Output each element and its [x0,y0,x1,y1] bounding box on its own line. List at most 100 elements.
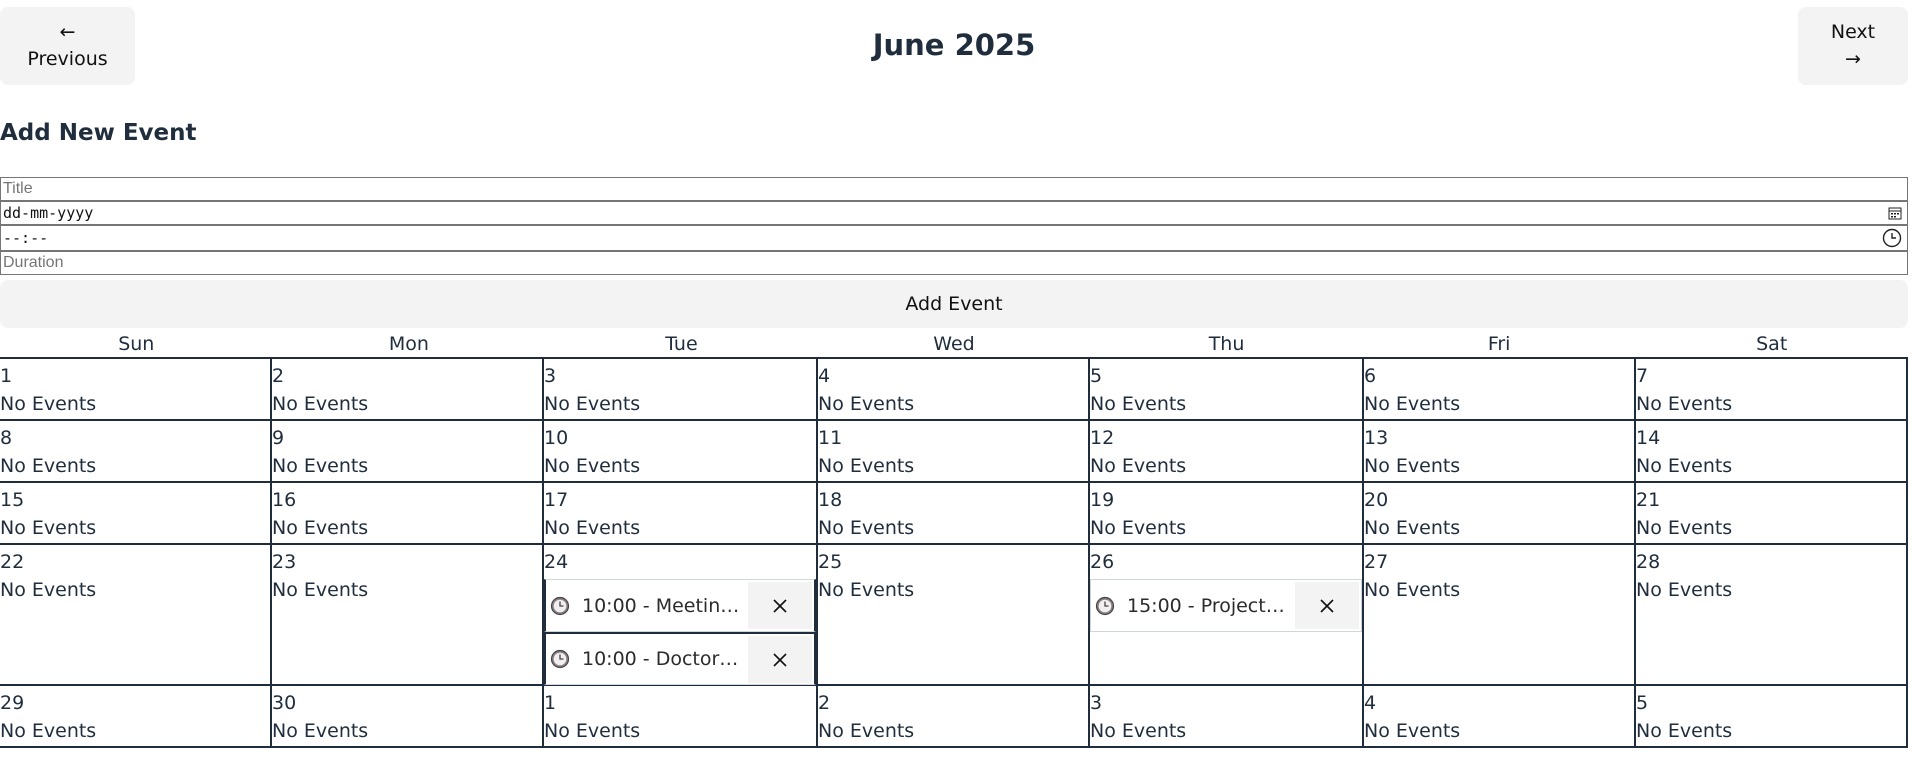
day-cell[interactable]: 11 No Events [818,421,1090,483]
no-events-label: No Events [818,720,915,742]
day-cell[interactable]: 18 No Events [818,483,1090,545]
no-events-label: No Events [1364,393,1461,415]
day-number: 19 [1090,489,1115,511]
weekday-label: Sun [118,333,155,355]
day-cell[interactable]: 16 No Events [272,483,544,545]
day-number: 15 [0,489,25,511]
day-cell[interactable]: 22 No Events [0,545,272,686]
no-events-label: No Events [544,455,641,477]
day-number: 2 [818,692,831,714]
day-cell[interactable]: 13 No Events [1364,421,1636,483]
no-events-label: No Events [1364,455,1461,477]
day-cell[interactable]: 2 No Events [818,686,1090,748]
day-number: 24 [544,551,569,573]
day-number: 11 [818,427,843,449]
delete-event-button[interactable] [1295,582,1359,629]
day-number: 13 [1364,427,1389,449]
weekday-label: Sat [1756,333,1788,355]
no-events-label: No Events [0,517,97,539]
day-cell[interactable]: 9 No Events [272,421,544,483]
day-cell[interactable]: 23 No Events [272,545,544,686]
weekday-label: Thu [1208,333,1245,355]
no-events-label: No Events [1636,393,1733,415]
day-number: 21 [1636,489,1661,511]
day-cell[interactable]: 1 No Events [544,686,818,748]
clock-icon [1091,596,1127,616]
day-cell[interactable]: 30 No Events [272,686,544,748]
weekday-label: Tue [665,333,698,355]
calendar-grid: 1 No Events 2 No Events 3 No Events 4 No Events… [0,357,1908,748]
event-label: 10:00 - Doctor A... [582,648,742,670]
day-cell[interactable]: 17 No Events [544,483,818,545]
day-number: 27 [1364,551,1389,573]
day-cell[interactable]: 3 No Events [1090,686,1364,748]
weekday-label: Mon [388,333,429,355]
day-cell[interactable]: 21 No Events [1636,483,1908,545]
date-input[interactable]: dd-mm-yyyy [0,201,1908,225]
day-cell[interactable]: 3 No Events [544,359,818,421]
no-events-label: No Events [1090,720,1187,742]
event-item[interactable]: 15:00 - Project D... [1090,579,1362,632]
duration-input[interactable] [0,251,1908,275]
time-input[interactable]: --:-- [0,225,1908,251]
day-cell[interactable]: 27 No Events [1364,545,1636,686]
close-icon [772,652,788,668]
delete-event-button[interactable] [748,636,812,683]
day-number: 20 [1364,489,1389,511]
no-events-label: No Events [0,455,97,477]
title-input[interactable] [0,177,1908,201]
day-cell[interactable]: 14 No Events [1636,421,1908,483]
no-events-label: No Events [1364,720,1461,742]
no-events-label: No Events [1636,517,1733,539]
calendar-app: ← Previous June 2025 Next → Add New Even… [0,0,1908,748]
day-cell[interactable]: 5 No Events [1636,686,1908,748]
day-number: 4 [818,365,831,387]
event-item[interactable]: 10:00 - Doctor A... [544,632,816,685]
calendar-header: ← Previous June 2025 Next → [0,0,1908,96]
day-cell[interactable]: 5 No Events [1090,359,1364,421]
day-number: 7 [1636,365,1649,387]
calendar-icon[interactable] [1888,206,1902,220]
clock-icon[interactable] [1882,228,1902,248]
no-events-label: No Events [544,720,641,742]
day-cell[interactable]: 15 No Events [0,483,272,545]
no-events-label: No Events [1090,393,1187,415]
day-cell[interactable]: 24 10:00 - Meeting ... 10:00 - Doctor A... [544,545,818,686]
add-event-button[interactable]: Add Event [0,280,1908,328]
day-cell[interactable]: 4 No Events [818,359,1090,421]
close-icon [772,598,788,614]
no-events-label: No Events [0,393,97,415]
no-events-label: No Events [1090,455,1187,477]
day-cell[interactable]: 25 No Events [818,545,1090,686]
day-number: 29 [0,692,25,714]
day-cell[interactable]: 7 No Events [1636,359,1908,421]
day-number: 17 [544,489,569,511]
event-label: 10:00 - Meeting ... [582,594,742,617]
add-event-heading: Add New Event [0,120,197,146]
day-cell[interactable]: 20 No Events [1364,483,1636,545]
day-cell[interactable]: 28 No Events [1636,545,1908,686]
day-number: 1 [544,692,557,714]
day-cell[interactable]: 1 No Events [0,359,272,421]
event-item[interactable]: 10:00 - Meeting ... [544,579,816,632]
day-cell[interactable]: 19 No Events [1090,483,1364,545]
day-cell[interactable]: 8 No Events [0,421,272,483]
no-events-label: No Events [272,720,369,742]
day-cell[interactable]: 4 No Events [1364,686,1636,748]
day-cell[interactable]: 2 No Events [272,359,544,421]
day-cell[interactable]: 6 No Events [1364,359,1636,421]
day-number: 5 [1636,692,1649,714]
day-number: 23 [272,551,297,573]
no-events-label: No Events [1636,579,1733,601]
no-events-label: No Events [544,393,641,415]
day-cell[interactable]: 12 No Events [1090,421,1364,483]
day-cell[interactable]: 10 No Events [544,421,818,483]
day-cell[interactable]: 29 No Events [0,686,272,748]
day-cell[interactable]: 26 15:00 - Project D... [1090,545,1364,686]
day-number: 18 [818,489,843,511]
day-number: 28 [1636,551,1661,573]
time-input-value: --:-- [3,229,49,247]
next-month-button[interactable]: Next → [1798,7,1908,85]
delete-event-button[interactable] [748,582,812,629]
no-events-label: No Events [272,517,369,539]
